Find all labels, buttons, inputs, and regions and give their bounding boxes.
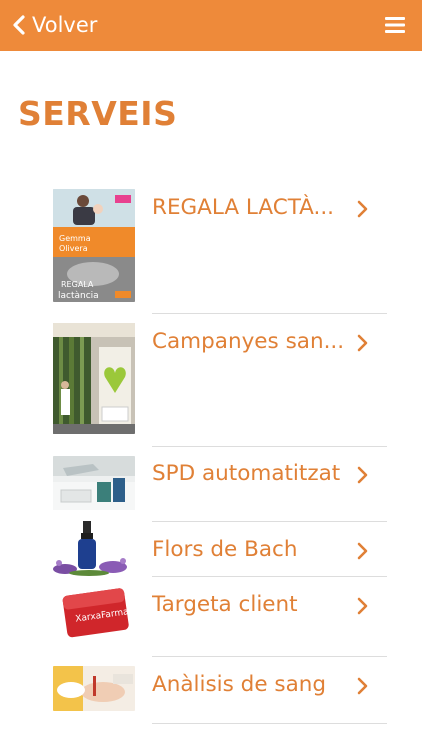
flors-de-bach-thumbnail bbox=[53, 521, 135, 576]
spd-automatitzat-thumbnail bbox=[53, 456, 135, 510]
chevron-right-icon bbox=[356, 465, 370, 485]
thumb-text-lactancia: lactància bbox=[58, 291, 99, 301]
service-label: Campanyes san... bbox=[152, 329, 345, 354]
service-label: Flors de Bach bbox=[152, 537, 298, 562]
chevron-right-icon bbox=[356, 199, 370, 219]
list-item-campanyes[interactable]: Campanyes san... bbox=[0, 323, 422, 447]
chevron-right-icon bbox=[356, 596, 370, 616]
campanyes-thumbnail bbox=[53, 323, 135, 434]
regala-lactancia-thumbnail: Gemma Olivera REGALA lactància bbox=[53, 189, 135, 302]
thumb-text-olivera: Olivera bbox=[59, 244, 88, 253]
service-label: Targeta client bbox=[152, 592, 298, 617]
list-item-flors-de-bach[interactable]: Flors de Bach bbox=[0, 521, 422, 577]
divider bbox=[152, 723, 387, 724]
list-item-spd-automatitzat[interactable]: SPD automatitzat bbox=[0, 456, 422, 522]
list-item-analisis-de-sang[interactable]: Anàlisis de sang bbox=[0, 656, 422, 724]
divider bbox=[152, 446, 387, 447]
chevron-right-icon bbox=[356, 333, 370, 353]
thumb-text-regala: REGALA bbox=[61, 280, 94, 289]
chevron-right-icon bbox=[356, 676, 370, 696]
targeta-client-thumbnail: XarxaFarma bbox=[53, 586, 135, 644]
services-list: Gemma Olivera REGALA lactància REGALA LA… bbox=[0, 0, 422, 750]
chevron-right-icon bbox=[356, 541, 370, 561]
thumb-text-gemma: Gemma bbox=[59, 234, 91, 243]
service-label: REGALA LACTÀ... bbox=[152, 195, 335, 220]
analisis-de-sang-thumbnail bbox=[53, 666, 135, 711]
list-item-targeta-client[interactable]: XarxaFarma Targeta client bbox=[0, 576, 422, 657]
divider bbox=[152, 313, 387, 314]
service-label: Anàlisis de sang bbox=[152, 672, 327, 697]
service-label: SPD automatitzat bbox=[152, 461, 341, 486]
list-item-regala-lactancia[interactable]: Gemma Olivera REGALA lactància REGALA LA… bbox=[0, 189, 422, 314]
